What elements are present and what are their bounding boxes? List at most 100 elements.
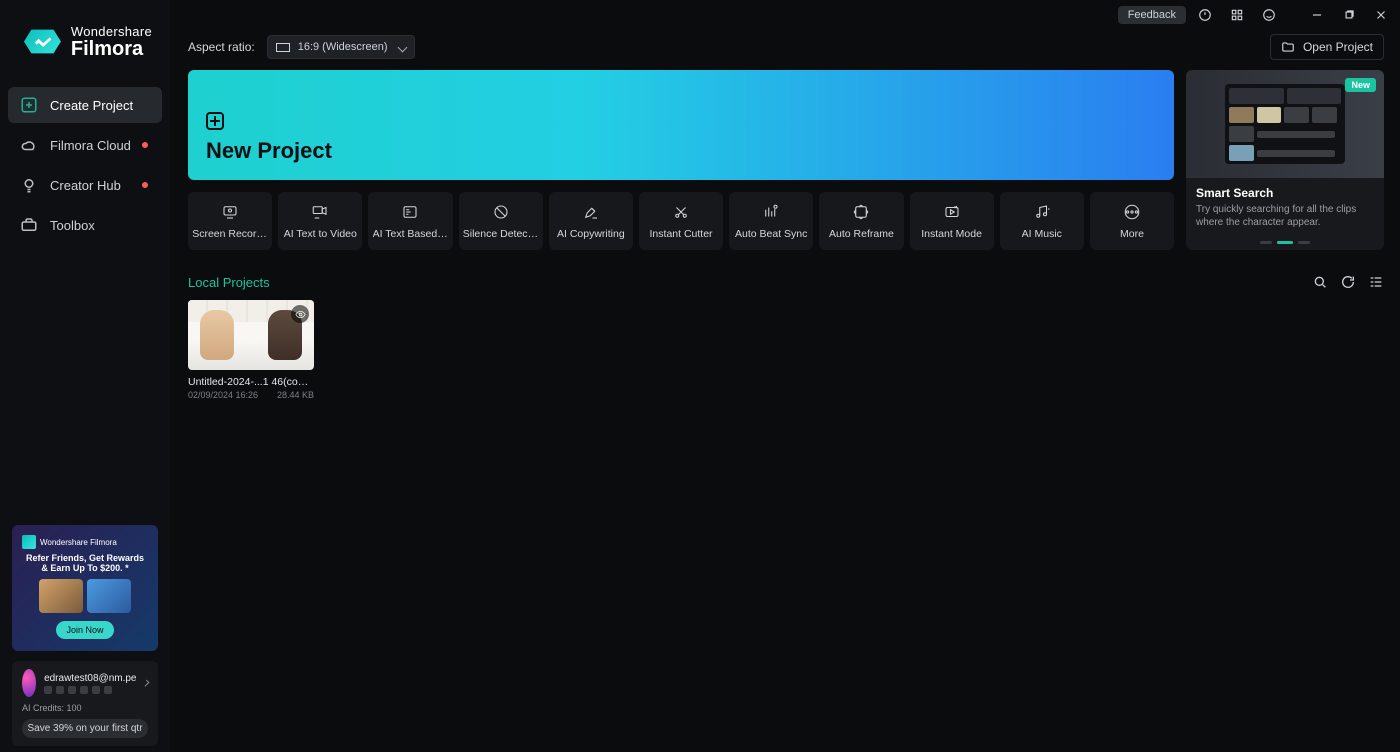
sidebar-item-toolbox[interactable]: Toolbox xyxy=(8,207,162,243)
tool-ai-music[interactable]: AI Music xyxy=(1000,192,1084,250)
logo-icon xyxy=(24,25,61,59)
ai-text-based-editing-icon xyxy=(401,203,419,221)
sidebar-item-label: Creator Hub xyxy=(50,178,121,193)
tool-label: Instant Mode xyxy=(921,228,982,240)
promo-headline: Refer Friends, Get Rewards & Earn Up To … xyxy=(22,553,148,573)
aspect-ratio-label: Aspect ratio: xyxy=(188,40,255,54)
tool-auto-beat-sync[interactable]: Auto Beat Sync xyxy=(729,192,813,250)
project-size: 28.44 KB xyxy=(277,390,314,400)
main: Feedback Aspect ratio: 16:9 (Widescreen)… xyxy=(170,0,1400,752)
smart-title: Smart Search xyxy=(1196,186,1374,200)
project-date: 02/09/2024 16:26 xyxy=(188,390,258,400)
promo-brand: Wondershare Filmora xyxy=(40,538,117,547)
sidebar-item-creator-hub[interactable]: Creator Hub xyxy=(8,167,162,203)
ai-text-to-video-icon xyxy=(311,203,329,221)
tool-label: AI Copywriting xyxy=(557,228,625,240)
coupon-banner[interactable]: Save 39% on your first qtr xyxy=(22,719,148,738)
preview-icon[interactable] xyxy=(291,305,309,323)
tool-label: More xyxy=(1120,228,1144,240)
brand-top: Wondershare xyxy=(71,24,152,39)
tool-label: Silence Detection xyxy=(463,228,539,240)
open-project-label: Open Project xyxy=(1303,40,1373,54)
window-close-button[interactable] xyxy=(1368,2,1394,28)
aspect-ratio-select[interactable]: 16:9 (Widescreen) xyxy=(267,35,415,59)
notification-dot-icon xyxy=(142,182,148,188)
bulb-icon xyxy=(20,176,38,194)
promo-logo-icon xyxy=(22,535,36,549)
new-badge: New xyxy=(1345,78,1376,92)
tool-instant-mode[interactable]: Instant Mode xyxy=(910,192,994,250)
user-name: edrawtest08@nm.pe xyxy=(44,673,136,684)
support-icon[interactable] xyxy=(1256,2,1282,28)
avatar xyxy=(22,669,36,697)
tool-label: Auto Reframe xyxy=(829,228,894,240)
sidebar: Wondershare Filmora Create Project Filmo… xyxy=(0,0,170,752)
search-icon[interactable] xyxy=(1312,274,1328,290)
project-card[interactable]: Untitled-2024-...1 46(copy).wfp 02/09/20… xyxy=(188,300,314,400)
more-icon xyxy=(1123,203,1141,221)
folder-icon xyxy=(1281,40,1295,54)
apps-grid-icon[interactable] xyxy=(1224,2,1250,28)
instant-cutter-icon xyxy=(672,203,690,221)
tool-label: Auto Beat Sync xyxy=(735,228,807,240)
tool-label: AI Music xyxy=(1022,228,1062,240)
tools-row: Screen Recorder AI Text to Video AI Text B… xyxy=(188,186,1174,250)
feedback-button[interactable]: Feedback xyxy=(1118,6,1186,24)
updates-icon[interactable] xyxy=(1192,2,1218,28)
chevron-down-icon xyxy=(397,43,407,53)
sidebar-nav: Create Project Filmora Cloud Creator Hub… xyxy=(0,87,170,243)
window-minimize-button[interactable] xyxy=(1304,2,1330,28)
tool-screen-recorder[interactable]: Screen Recorder xyxy=(188,192,272,250)
sidebar-item-filmora-cloud[interactable]: Filmora Cloud xyxy=(8,127,162,163)
chevron-right-icon xyxy=(143,680,150,687)
aspect-icon xyxy=(276,43,290,52)
new-project-label: New Project xyxy=(206,138,1156,164)
tool-label: Instant Cutter xyxy=(650,228,713,240)
sidebar-item-label: Create Project xyxy=(50,98,133,113)
tool-instant-cutter[interactable]: Instant Cutter xyxy=(639,192,723,250)
screen-recorder-icon xyxy=(221,203,239,221)
ai-music-icon xyxy=(1033,203,1051,221)
promo-images xyxy=(39,579,131,613)
smart-preview: New xyxy=(1186,70,1384,178)
auto-beat-sync-icon xyxy=(762,203,780,221)
open-project-button[interactable]: Open Project xyxy=(1270,34,1384,60)
promo-cta-button[interactable]: Join Now xyxy=(56,621,113,639)
tool-label: AI Text to Video xyxy=(284,228,357,240)
smart-description: Try quickly searching for all the clips … xyxy=(1196,203,1374,229)
tool-label: AI Text Based Edit... xyxy=(373,228,449,240)
smart-search-card[interactable]: New xyxy=(1186,70,1384,250)
carousel-dots[interactable] xyxy=(1186,241,1384,244)
instant-mode-icon xyxy=(943,203,961,221)
tool-ai-text-based-editing[interactable]: AI Text Based Edit... xyxy=(368,192,452,250)
plus-box-icon xyxy=(20,96,38,114)
tool-ai-text-to-video[interactable]: AI Text to Video xyxy=(278,192,362,250)
view-list-icon[interactable] xyxy=(1368,274,1384,290)
tool-more[interactable]: More xyxy=(1090,192,1174,250)
window-maximize-button[interactable] xyxy=(1336,2,1362,28)
quick-action-dots xyxy=(44,686,136,694)
auto-reframe-icon xyxy=(852,203,870,221)
local-projects-title: Local Projects xyxy=(188,275,270,290)
ai-copywriting-icon xyxy=(582,203,600,221)
sidebar-item-label: Toolbox xyxy=(50,218,95,233)
sidebar-item-create-project[interactable]: Create Project xyxy=(8,87,162,123)
promo-card[interactable]: Wondershare Filmora Refer Friends, Get R… xyxy=(12,525,158,651)
tool-silence-detection[interactable]: Silence Detection xyxy=(459,192,543,250)
ai-credits: AI Credits: 100 xyxy=(22,703,148,713)
tool-ai-copywriting[interactable]: AI Copywriting xyxy=(549,192,633,250)
plus-icon xyxy=(206,112,224,130)
sidebar-item-label: Filmora Cloud xyxy=(50,138,131,153)
project-thumbnail xyxy=(188,300,314,370)
tool-auto-reframe[interactable]: Auto Reframe xyxy=(819,192,903,250)
project-name: Untitled-2024-...1 46(copy).wfp xyxy=(188,376,314,388)
user-card[interactable]: edrawtest08@nm.pe AI Credits: 100 Save 3… xyxy=(12,661,158,746)
titlebar: Feedback xyxy=(170,0,1400,30)
new-project-hero[interactable]: New Project xyxy=(188,70,1174,180)
refresh-icon[interactable] xyxy=(1340,274,1356,290)
cloud-icon xyxy=(20,136,38,154)
app-logo: Wondershare Filmora xyxy=(0,24,170,87)
silence-detection-icon xyxy=(492,203,510,221)
tool-label: Screen Recorder xyxy=(192,228,268,240)
notification-dot-icon xyxy=(142,142,148,148)
